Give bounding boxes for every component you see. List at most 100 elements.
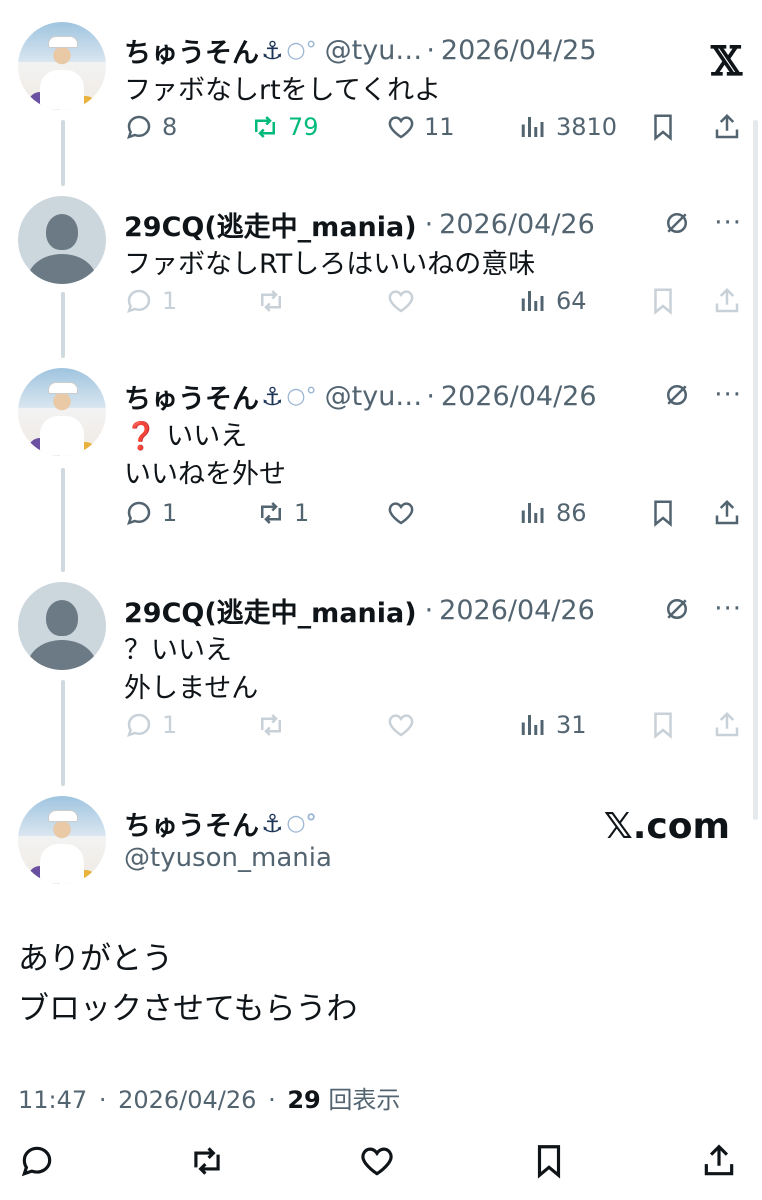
display-name[interactable]: ちゅうそん: [124, 804, 259, 843]
reply-button[interactable]: [18, 1142, 56, 1180]
grok-icon: [667, 213, 688, 233]
heart-icon: [388, 290, 414, 313]
bookmark-icon: [654, 500, 672, 527]
tweet-date[interactable]: 2026/04/26: [439, 595, 595, 626]
tweet-date[interactable]: 2026/04/26: [118, 1086, 256, 1114]
anchor-emoji: ⚓: [261, 809, 284, 838]
reply-icon: [127, 289, 151, 313]
tweet-text: ファボなしRTしろはいいねの意味: [124, 246, 535, 284]
like-button[interactable]: 11: [386, 112, 455, 142]
share-icon: [715, 499, 739, 525]
share-button[interactable]: [712, 286, 742, 316]
tweet-text-line: ブロックさせてもらうわ: [18, 991, 358, 1027]
handle[interactable]: @tyu…: [325, 381, 423, 412]
like-button[interactable]: [386, 710, 416, 740]
tweet-menu: ···: [662, 594, 742, 624]
reply-button[interactable]: 1: [124, 498, 177, 528]
views-button[interactable]: 64: [518, 286, 587, 316]
separator: ·: [424, 208, 434, 240]
retweet-icon: [194, 1147, 220, 1175]
analytics-icon: [521, 503, 544, 523]
avatar[interactable]: [18, 22, 106, 110]
retweet-button[interactable]: [256, 286, 286, 316]
tweet-text: ファボなしrtをしてくれよ: [124, 72, 441, 110]
share-icon: [715, 287, 739, 313]
anchor-emoji: ⚓: [261, 35, 284, 65]
tweet-text: ❓ いいえ いいねを外せ: [124, 418, 286, 494]
tweet-menu: ···: [662, 380, 742, 410]
action-bar: 8 79 11 3810: [124, 112, 742, 152]
tweet-date[interactable]: 2026/04/25: [441, 35, 597, 66]
share-button[interactable]: [712, 112, 742, 142]
tweet-date[interactable]: 2026/04/26: [441, 381, 597, 412]
x-logo-icon: 𝕏: [710, 38, 742, 85]
bookmark-button[interactable]: [648, 498, 678, 528]
avatar[interactable]: [18, 196, 106, 284]
reply-count: 1: [162, 711, 178, 739]
handle[interactable]: @tyuson_mania: [124, 843, 332, 873]
display-name[interactable]: ちゅうそん: [124, 377, 259, 416]
tweet-header: 29CQ(逃走中_mania) · 2026/04/26: [124, 590, 595, 630]
display-name[interactable]: 29CQ(逃走中_mania): [124, 591, 417, 630]
separator: ·: [426, 380, 435, 412]
more-options-icon[interactable]: ···: [714, 596, 742, 622]
share-button[interactable]: [712, 498, 742, 528]
views-button[interactable]: 3810: [518, 112, 617, 142]
display-name[interactable]: ちゅうそん: [124, 31, 259, 70]
share-button[interactable]: [700, 1142, 738, 1180]
avatar[interactable]: [18, 582, 106, 670]
grok-button[interactable]: [662, 380, 692, 410]
avatar[interactable]: [18, 368, 106, 456]
analytics-icon: [521, 117, 544, 137]
retweet-button[interactable]: 1: [256, 498, 309, 528]
views-button[interactable]: 86: [518, 498, 587, 528]
like-count: 11: [424, 113, 455, 141]
action-bar: 1 64: [124, 286, 742, 326]
tweet-text-line: ありがとう: [18, 941, 173, 977]
retweet-count: 79: [288, 113, 319, 141]
reply-button[interactable]: 8: [124, 112, 177, 142]
tweet[interactable]: 29CQ(逃走中_mania) · 2026/04/26 ··· ？いいえ 外し…: [0, 582, 762, 772]
x-com-logo: 𝕏.com: [603, 806, 730, 847]
like-button[interactable]: [386, 498, 416, 528]
bookmark-button[interactable]: [530, 1142, 568, 1180]
tweet[interactable]: ちゅうそん ⚓ ○° @tyu… · 2026/04/26 ··· ❓ いいえ …: [0, 368, 762, 558]
avatar[interactable]: [18, 796, 106, 884]
action-bar: 1 1 86: [124, 498, 742, 538]
like-button[interactable]: [386, 286, 416, 316]
bookmark-button[interactable]: [648, 710, 678, 740]
tweet-text: ？いいえ 外しません: [124, 632, 258, 708]
view-count: 86: [556, 499, 587, 527]
more-options-icon[interactable]: ···: [714, 210, 742, 236]
like-button[interactable]: [358, 1142, 396, 1180]
bookmark-icon: [537, 1145, 561, 1179]
tweet-time[interactable]: 11:47: [18, 1086, 87, 1114]
bookmark-button[interactable]: [648, 112, 678, 142]
retweet-button[interactable]: 79: [250, 112, 319, 142]
bookmark-button[interactable]: [648, 286, 678, 316]
retweet-icon: [261, 714, 281, 736]
share-button[interactable]: [712, 710, 742, 740]
grok-button[interactable]: [662, 208, 692, 238]
reply-icon: [127, 501, 151, 525]
bubble-emoji: ○°: [286, 811, 317, 836]
retweet-button[interactable]: [188, 1142, 226, 1180]
share-icon: [715, 113, 739, 139]
view-count: 31: [556, 711, 587, 739]
views-button[interactable]: 31: [518, 710, 587, 740]
handle[interactable]: @tyu…: [325, 35, 423, 66]
display-name[interactable]: 29CQ(逃走中_mania): [124, 205, 417, 244]
tweet[interactable]: 29CQ(逃走中_mania) · 2026/04/26 ··· ファボなしRT…: [0, 196, 762, 346]
tweet-text-line: ？いいえ: [124, 635, 232, 666]
more-options-icon[interactable]: ···: [714, 382, 742, 408]
tweet[interactable]: ちゅうそん ⚓ ○° @tyu… · 2026/04/25 𝕏 ファボなしrtを…: [0, 22, 762, 172]
separator: ·: [424, 594, 434, 626]
reply-button[interactable]: 1: [124, 286, 177, 316]
bookmark-icon: [654, 114, 672, 141]
retweet-icon: [261, 502, 281, 524]
retweet-button[interactable]: [256, 710, 286, 740]
tweet-date[interactable]: 2026/04/26: [439, 209, 595, 240]
reply-button[interactable]: 1: [124, 710, 177, 740]
action-bar: 1 31: [124, 710, 742, 750]
grok-button[interactable]: [662, 594, 692, 624]
